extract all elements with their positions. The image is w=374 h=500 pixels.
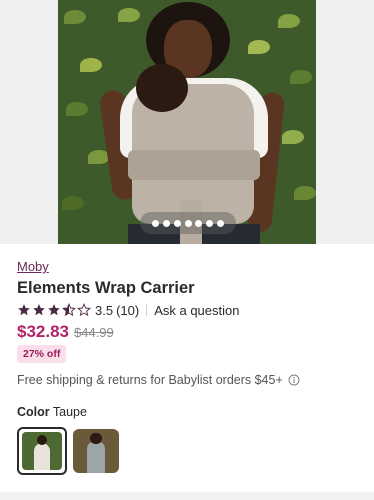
color-selector-label: Color Taupe <box>17 405 87 419</box>
star-icon <box>33 304 45 316</box>
gallery-dot[interactable] <box>173 219 181 227</box>
swatch-figure-head <box>37 435 47 445</box>
swatch-figure <box>34 442 50 470</box>
star-icon <box>48 304 60 316</box>
product-image-gallery[interactable] <box>0 0 374 244</box>
star-half-icon <box>62 303 76 317</box>
bottom-divider <box>0 492 374 500</box>
gallery-pagination <box>140 212 236 234</box>
gallery-dot[interactable] <box>206 219 214 227</box>
brand-link[interactable]: Moby <box>17 259 49 274</box>
background-leaf <box>80 58 102 72</box>
original-price: $44.99 <box>74 325 114 340</box>
wrap-band <box>128 150 260 180</box>
divider <box>146 304 148 316</box>
swatch-image <box>73 429 119 473</box>
review-count-link[interactable]: (10) <box>116 303 139 318</box>
product-photo[interactable] <box>58 0 316 244</box>
rating-row: 3.5 (10) Ask a question <box>17 302 239 318</box>
color-label: Color <box>17 405 50 419</box>
background-leaf <box>64 10 86 24</box>
background-leaf <box>278 14 300 28</box>
swatch-figure <box>86 441 106 473</box>
discount-badge: 27% off <box>17 345 67 363</box>
color-swatch-alternate[interactable] <box>73 429 119 473</box>
swatch-figure-head <box>90 432 102 444</box>
background-leaf <box>62 196 84 210</box>
rating-value: 3.5 <box>95 302 114 318</box>
product-title: Elements Wrap Carrier <box>17 279 195 297</box>
gallery-dot[interactable] <box>162 219 170 227</box>
shipping-info: Free shipping & returns for Babylist ord… <box>17 373 300 387</box>
color-swatch-taupe[interactable] <box>17 427 67 475</box>
star-rating[interactable] <box>17 303 91 317</box>
price-row: $32.83 $44.99 <box>17 322 114 342</box>
background-leaf <box>294 186 316 200</box>
current-price: $32.83 <box>17 322 69 341</box>
background-leaf <box>118 8 140 22</box>
star-icon <box>18 304 30 316</box>
background-leaf <box>248 40 270 54</box>
ask-question-link[interactable]: Ask a question <box>154 303 239 318</box>
star-empty-icon <box>77 303 91 317</box>
gallery-dot[interactable] <box>217 219 225 227</box>
gallery-dot[interactable] <box>184 219 192 227</box>
background-leaf <box>282 130 304 144</box>
gallery-dot[interactable] <box>195 219 203 227</box>
gallery-dot[interactable] <box>151 219 159 227</box>
color-value: Taupe <box>52 405 87 419</box>
swatch-image <box>22 432 62 470</box>
info-icon[interactable] <box>288 374 300 386</box>
background-leaf <box>290 70 312 84</box>
shipping-text: Free shipping & returns for Babylist ord… <box>17 373 283 387</box>
background-leaf <box>66 102 88 116</box>
baby-head <box>136 64 188 112</box>
